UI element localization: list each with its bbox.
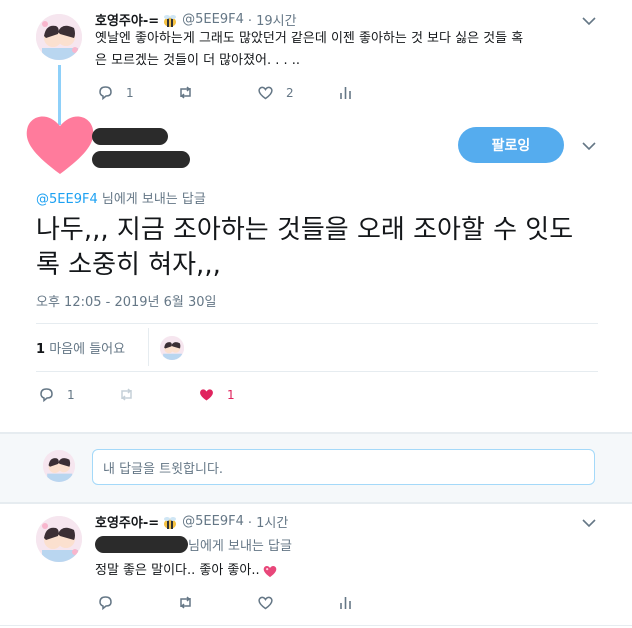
like-count: 2 (286, 85, 294, 100)
heart-filled-icon (200, 389, 213, 401)
timestamp[interactable]: · 19시간 (248, 10, 297, 29)
retweet-icon (180, 596, 191, 609)
like-button[interactable] (257, 594, 286, 611)
reply-context: @5EE9F4 님에게 보내는 답글 (36, 188, 206, 207)
bottom-divider (0, 625, 632, 626)
heart-sticker (25, 110, 95, 176)
likes-stat[interactable]: 1 마음에 들어요 (36, 338, 125, 357)
like-button-active[interactable]: 1 (198, 386, 235, 403)
retweet-button[interactable] (177, 594, 206, 611)
reply-to-handle[interactable]: @5EE9F4 (36, 192, 98, 207)
tweet-text: 옛날엔 좋아하는게 그래도 많았던거 같은데 이젠 좋아하는 것 보다 싫은 것… (95, 31, 524, 68)
reply-input[interactable]: 내 답글을 트윗합니다. (92, 449, 595, 485)
bee-emoji-icon (162, 515, 178, 529)
redacted-handle (92, 151, 190, 168)
main-tweet-text: 나두,,, 지금 조아하는 것들을 오래 조아할 수 잇도록 소중히 혀자,,, (36, 215, 574, 280)
retweet-icon (121, 388, 132, 401)
avatar[interactable] (36, 516, 82, 562)
tweet-header: 호영주야-= @5EE9F4 · 19시간 (95, 10, 297, 29)
retweet-icon (180, 86, 191, 99)
retweet-button[interactable] (118, 386, 147, 403)
avatar[interactable] (36, 14, 82, 60)
redacted-name (92, 128, 168, 145)
display-name[interactable]: 호영주야-= (95, 10, 159, 29)
likes-count: 1 (36, 342, 46, 357)
reply-icon (99, 596, 112, 611)
liker-avatar[interactable] (160, 336, 184, 360)
analytics-button[interactable] (337, 84, 366, 101)
redacted-handle (95, 536, 188, 553)
heart-icon (258, 596, 273, 610)
retweet-button[interactable] (177, 84, 206, 101)
analytics-icon (340, 87, 351, 99)
my-avatar[interactable] (43, 450, 75, 482)
reply-count: 1 (126, 85, 134, 100)
divider (36, 323, 598, 324)
following-label: 팔로잉 (491, 138, 531, 154)
reply-context: 님에게 보내는 답글 (95, 535, 292, 554)
divider (36, 371, 598, 372)
reply-to-suffix: 님에게 보내는 답글 (101, 192, 206, 207)
tweet-text-content: 정말 좋은 말이다.. 좋아 좋아.. (95, 563, 260, 578)
reply-input-placeholder: 내 답글을 트윗합니다. (103, 461, 224, 477)
like-button[interactable]: 2 (257, 84, 294, 101)
chevron-down-icon[interactable] (582, 141, 596, 151)
stat-divider (148, 328, 149, 366)
tweet-header: 호영주야-= @5EE9F4 · 1시간 (95, 512, 288, 531)
timestamp[interactable]: · 1시간 (248, 512, 288, 531)
chevron-down-icon[interactable] (582, 16, 596, 26)
reply-count: 1 (67, 387, 75, 402)
like-count: 1 (227, 387, 235, 402)
section-divider (0, 502, 632, 504)
reply-button[interactable]: 1 (38, 386, 75, 403)
handle[interactable]: @5EE9F4 (182, 12, 244, 27)
reply-icon (40, 388, 53, 403)
reply-icon (99, 86, 112, 101)
sparkling-heart-icon (263, 565, 276, 578)
reply-button[interactable]: 1 (97, 84, 134, 101)
bee-emoji-icon (162, 13, 178, 27)
tweet-text: 정말 좋은 말이다.. 좋아 좋아.. (95, 560, 278, 582)
chevron-down-icon[interactable] (582, 518, 596, 528)
following-button[interactable]: 팔로잉 (458, 127, 564, 163)
likes-label: 마음에 들어요 (49, 342, 126, 357)
handle[interactable]: @5EE9F4 (182, 514, 244, 529)
reply-button[interactable] (97, 594, 126, 611)
analytics-icon (340, 597, 351, 609)
heart-icon (258, 86, 273, 100)
reply-to-suffix: 님에게 보내는 답글 (188, 539, 292, 554)
analytics-button[interactable] (337, 594, 366, 611)
display-name[interactable]: 호영주야-= (95, 512, 159, 531)
tweet-timestamp[interactable]: 오후 12:05 - 2019년 6월 30일 (36, 291, 217, 310)
